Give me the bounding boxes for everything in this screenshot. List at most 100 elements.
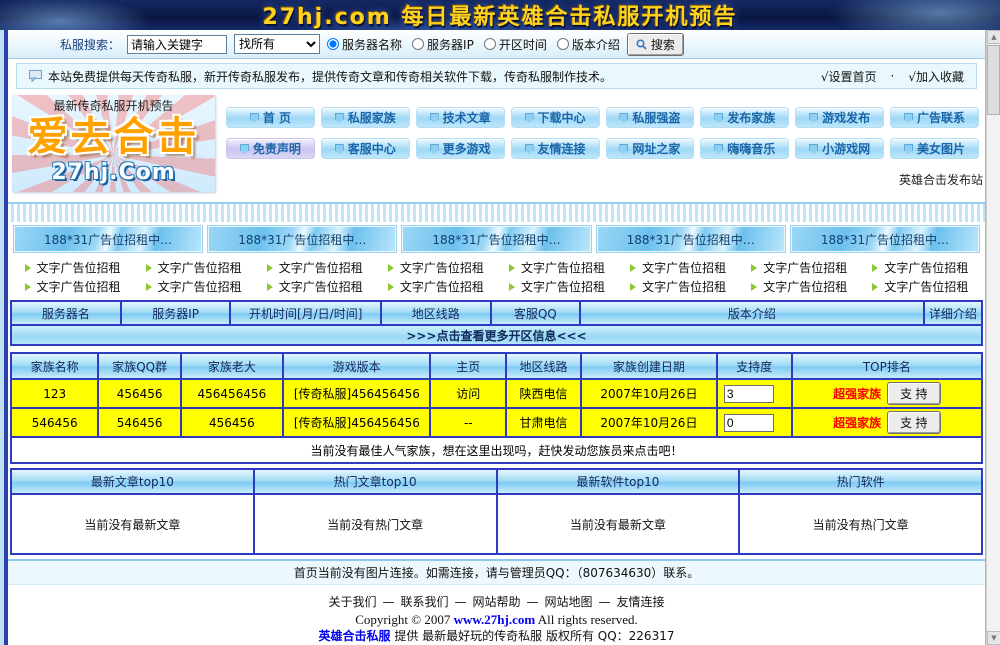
ad-banner[interactable]: 188*31广告位招租中…	[14, 226, 202, 252]
text-ad-link[interactable]: 文字广告位招租	[133, 278, 254, 295]
nav-game-publish[interactable]: 游戏发布	[795, 107, 884, 128]
page-root: 27hj.com 每日最新英雄合击私服开机预告 ▲ ▼ 私服搜索： 找所有 服务…	[0, 0, 1000, 645]
support-button[interactable]: 支 持	[887, 411, 940, 434]
server-col-qq: 客服QQ	[491, 301, 580, 325]
nav-sf-family[interactable]: 私服家族	[321, 107, 410, 128]
ad-banner[interactable]: 188*31广告位招租中…	[597, 226, 785, 252]
text-ad-link[interactable]: 文字广告位招租	[497, 278, 618, 295]
nav-more-games[interactable]: 更多游戏	[416, 138, 505, 159]
search-scope-select[interactable]: 找所有	[234, 34, 320, 54]
family-cell-support	[717, 379, 792, 408]
family-home-link[interactable]: 访问	[430, 379, 506, 408]
family-col-support: 支持度	[717, 353, 792, 379]
logo-title: 爱去合击	[12, 114, 215, 160]
family-cell-name: 123	[11, 379, 98, 408]
search-button[interactable]: 搜索	[627, 33, 684, 56]
more-servers-link[interactable]: >>>点击查看更多开区信息<<<	[10, 326, 983, 346]
family-cell-top: 超强家族 支 持	[792, 379, 982, 408]
text-ad-link[interactable]: 文字广告位招租	[860, 278, 981, 295]
family-cell-leader: 456456	[181, 408, 283, 437]
scroll-down-icon[interactable]: ▼	[987, 631, 1000, 645]
decorative-stripes	[8, 202, 985, 222]
radio-version-intro[interactable]: 版本介绍	[557, 36, 620, 53]
support-count-input[interactable]	[724, 385, 774, 403]
family-cell-qq: 456456	[98, 379, 181, 408]
section-empty-text: 当前没有最新文章	[497, 494, 740, 554]
text-ad-link[interactable]: 文字广告位招租	[739, 259, 860, 276]
vertical-scrollbar[interactable]: ▲ ▼	[986, 30, 1000, 645]
text-ad-link[interactable]: 文字广告位招租	[497, 259, 618, 276]
text-ad-link[interactable]: 文字广告位招租	[375, 278, 496, 295]
footer: 关于我们—联系我们—网站帮助—网站地图—友情连接 Copyright © 200…	[8, 585, 985, 645]
family-row: 123 456456 456456456 [传奇私服]456456456 访问 …	[11, 379, 982, 408]
nav-service-center[interactable]: 客服中心	[321, 138, 410, 159]
nav-disclaimer[interactable]: 免责声明	[226, 138, 315, 159]
radio-open-time-input[interactable]	[484, 38, 496, 50]
family-cell-leader: 456456456	[181, 379, 283, 408]
nav-sf-robber[interactable]: 私服强盗	[606, 107, 695, 128]
search-input[interactable]	[127, 35, 227, 54]
text-ad-link[interactable]: 文字广告位招租	[133, 259, 254, 276]
nav-music[interactable]: 嗨嗨音乐	[700, 138, 789, 159]
text-ad-link[interactable]: 文字广告位招租	[739, 278, 860, 295]
family-cell-qq: 546456	[98, 408, 181, 437]
text-ad-link[interactable]: 文字广告位招租	[618, 259, 739, 276]
set-homepage-link[interactable]: √设置首页	[821, 68, 877, 85]
text-ad-link[interactable]: 文字广告位招租	[860, 259, 981, 276]
nav-home[interactable]: 首 页	[226, 107, 315, 128]
shield-icon	[809, 144, 818, 154]
radio-open-time[interactable]: 开区时间	[484, 36, 547, 53]
ad-banner[interactable]: 188*31广告位招租中…	[402, 226, 590, 252]
family-col-created: 家族创建日期	[581, 353, 717, 379]
radio-version-intro-input[interactable]	[557, 38, 569, 50]
shield-icon	[525, 113, 534, 123]
shield-icon	[240, 144, 249, 154]
radio-server-ip-input[interactable]	[412, 38, 424, 50]
arrow-icon	[25, 264, 31, 272]
family-home-link: --	[430, 408, 506, 437]
text-ad-link[interactable]: 文字广告位招租	[618, 278, 739, 295]
ad-banner[interactable]: 188*31广告位招租中…	[791, 226, 979, 252]
nav-tech-articles[interactable]: 技术文章	[416, 107, 505, 128]
radio-server-name[interactable]: 服务器名称	[327, 36, 402, 53]
family-table: 家族名称 家族QQ群 家族老大 游戏版本 主页 地区线路 家族创建日期 支持度 …	[10, 352, 983, 464]
nav-friend-links[interactable]: 友情连接	[511, 138, 600, 159]
footer-provider-line: 英雄合击私服 提供 最新最好玩的传奇私服 版权所有 QQ：226317	[8, 628, 985, 645]
arrow-icon	[267, 283, 273, 291]
nav-beauty-pics[interactable]: 美女图片	[890, 138, 979, 159]
radio-server-ip[interactable]: 服务器IP	[412, 36, 474, 53]
scrollbar-thumb[interactable]	[987, 45, 1000, 115]
text-ad-link[interactable]: 文字广告位招租	[375, 259, 496, 276]
ad-banner[interactable]: 188*31广告位招租中…	[208, 226, 396, 252]
text-ad-link[interactable]: 文字广告位招租	[254, 259, 375, 276]
text-ad-link[interactable]: 文字广告位招租	[12, 278, 133, 295]
support-count-input[interactable]	[724, 414, 774, 432]
footer-link-help[interactable]: 网站帮助	[472, 595, 520, 609]
shield-icon	[335, 144, 344, 154]
radio-server-name-input[interactable]	[327, 38, 339, 50]
arrow-icon	[872, 264, 878, 272]
add-favorite-link[interactable]: √加入收藏	[908, 68, 964, 85]
footer-link-contact[interactable]: 联系我们	[400, 595, 448, 609]
footer-domain-link[interactable]: www.27hj.com	[454, 612, 536, 627]
family-cell-created: 2007年10月26日	[581, 379, 717, 408]
arrow-icon	[872, 283, 878, 291]
text-ad-link[interactable]: 文字广告位招租	[12, 259, 133, 276]
nav-mini-games[interactable]: 小游戏网	[795, 138, 884, 159]
scroll-up-icon[interactable]: ▲	[987, 30, 1000, 44]
text-ad-link[interactable]: 文字广告位招租	[254, 278, 375, 295]
nav-download-center[interactable]: 下载中心	[511, 107, 600, 128]
nav-publish-family[interactable]: 发布家族	[700, 107, 789, 128]
family-cell-top: 超强家族 支 持	[792, 408, 982, 437]
logo-domain: 27hj.Com	[12, 160, 215, 185]
nav-url-home[interactable]: 网址之家	[606, 138, 695, 159]
family-badge: 超强家族	[833, 414, 881, 431]
site-logo[interactable]: 最新传奇私服开机预告 爱去合击 27hj.Com	[12, 95, 215, 192]
footer-link-about[interactable]: 关于我们	[328, 595, 376, 609]
support-button[interactable]: 支 持	[887, 382, 940, 405]
nav-ad-contact[interactable]: 广告联系	[890, 107, 979, 128]
footer-link-friends[interactable]: 友情连接	[617, 595, 665, 609]
footer-site-link[interactable]: 英雄合击私服	[319, 629, 391, 643]
footer-link-sitemap[interactable]: 网站地图	[545, 595, 593, 609]
section-empty-text: 当前没有热门文章	[254, 494, 497, 554]
